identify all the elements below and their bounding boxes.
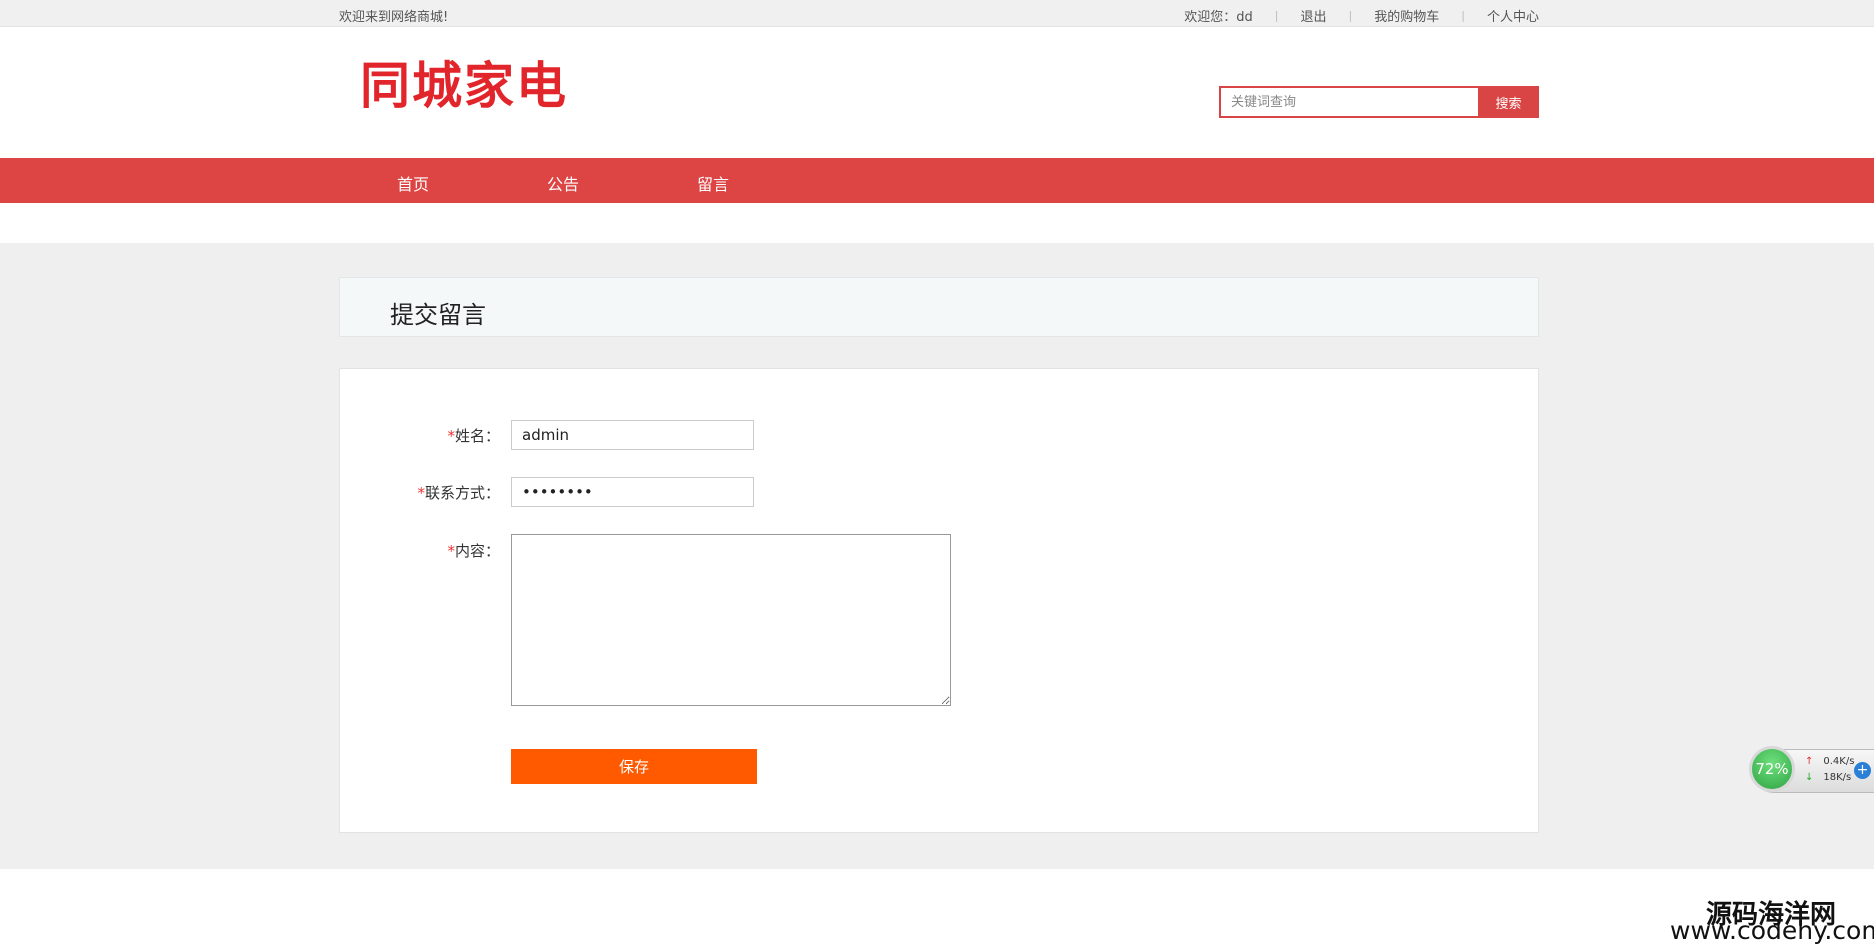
separator: |	[1274, 9, 1279, 22]
search-button[interactable]: 搜索	[1478, 86, 1539, 118]
user-greeting-link[interactable]: 欢迎您：dd	[1184, 6, 1253, 25]
profile-link[interactable]: 个人中心	[1487, 6, 1539, 25]
contact-label: *联系方式：	[340, 482, 500, 503]
separator: |	[1461, 9, 1465, 22]
download-speed: ↓ 18K/s	[1805, 772, 1851, 783]
required-mark: *	[447, 427, 455, 445]
content-label-text: 内容：	[454, 542, 500, 560]
title-panel: 提交留言	[339, 277, 1539, 337]
name-label-text: 姓名：	[454, 427, 500, 445]
contact-label-text: 联系方式：	[424, 484, 500, 502]
search-bar: 搜索	[1219, 86, 1539, 118]
welcome-text: 欢迎来到网络商城!	[339, 10, 449, 25]
watermark-url: www.codehy.com	[1670, 916, 1874, 945]
up-arrow-icon: ↑	[1805, 756, 1814, 767]
down-arrow-icon: ↓	[1805, 772, 1814, 783]
content-textarea[interactable]	[511, 534, 951, 706]
separator: |	[1348, 9, 1353, 22]
message-form: *姓名： *联系方式： *内容： 保存	[339, 368, 1539, 833]
logout-link[interactable]: 退出	[1301, 6, 1327, 25]
network-speed-widget[interactable]: 72% ↑ 0.4K/s ↓ 18K/s +	[1749, 746, 1874, 793]
site-logo[interactable]: 同城家电	[360, 46, 568, 118]
top-links: 欢迎您：dd | 退出 | 我的购物车 | 个人中心	[1184, 6, 1539, 25]
plus-icon[interactable]: +	[1854, 762, 1871, 779]
contact-input[interactable]	[511, 477, 754, 507]
main-nav: 首页 公告 留言	[0, 158, 1874, 203]
nav-item-home[interactable]: 首页	[397, 171, 429, 195]
name-input[interactable]	[511, 420, 754, 450]
page-title: 提交留言	[390, 301, 486, 329]
usage-gauge: 72%	[1749, 746, 1795, 792]
cart-link[interactable]: 我的购物车	[1374, 6, 1439, 25]
upload-speed: ↑ 0.4K/s	[1805, 756, 1854, 767]
save-button[interactable]: 保存	[511, 749, 757, 784]
download-speed-text: 18K/s	[1823, 772, 1852, 783]
name-label: *姓名：	[340, 425, 500, 446]
content-label: *内容：	[340, 540, 500, 561]
top-bar: 欢迎来到网络商城! 欢迎您：dd | 退出 | 我的购物车 | 个人中心	[0, 0, 1874, 27]
nav-item-messages[interactable]: 留言	[697, 171, 729, 195]
required-mark: *	[417, 484, 425, 502]
search-input[interactable]	[1219, 86, 1478, 118]
upload-speed-text: 0.4K/s	[1823, 756, 1855, 767]
nav-item-announcements[interactable]: 公告	[547, 171, 579, 195]
required-mark: *	[447, 542, 455, 560]
